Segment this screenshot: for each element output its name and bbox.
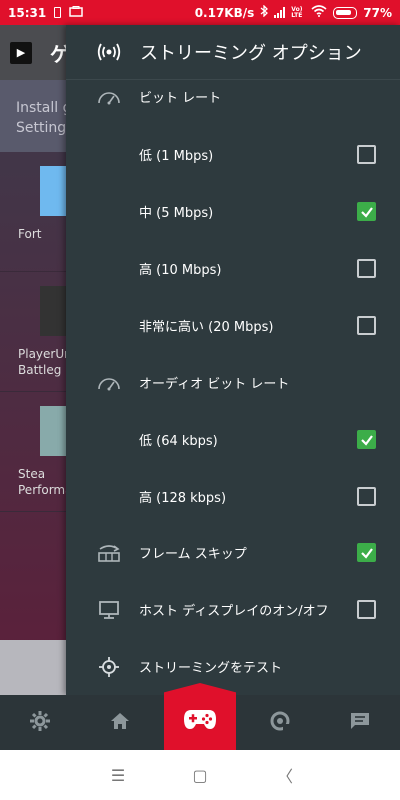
network-speed: 0.17KB/s [194,5,255,20]
bitrate-high-option[interactable]: 高 (10 Mbps) [66,240,400,297]
nav-games[interactable] [164,683,236,750]
nav-home[interactable] [80,695,160,750]
monitor-icon [96,597,122,623]
status-time: 15:31 [8,5,47,20]
option-label: 高 (128 kbps) [139,491,227,506]
test-streaming-option[interactable]: ストリーミングをテスト [66,638,400,695]
home-square-icon[interactable]: ▢ [185,762,215,788]
bitrate-medium-checkbox[interactable] [357,202,376,221]
audio-high-option[interactable]: 高 (128 kbps) [66,468,400,525]
audio-bitrate-section-label: オーディオ ビット レート [139,377,290,392]
drawer-header: ストリーミング オプション [66,25,400,80]
option-label: フレーム スキップ [139,547,247,562]
chat-icon [349,711,371,735]
drawer-title: ストリーミング オプション [140,43,362,64]
frame-skip-checkbox[interactable] [357,543,376,562]
option-label: 中 (5 Mbps) [139,206,214,221]
option-label: ストリーミングをテスト [139,661,283,676]
bottom-navigation [0,683,400,750]
home-icon [109,711,131,735]
signal-icon [274,7,286,18]
audio-low-option[interactable]: 低 (64 kbps) [66,411,400,468]
system-navigation-bar: ☰ ▢ 〈 [0,750,400,800]
menu-icon[interactable]: ☰ [103,762,133,788]
nav-settings[interactable] [0,695,80,750]
speedometer-icon [96,370,122,396]
status-bar: 15:31 0.17KB/s Vo) LTE 77% [0,0,400,25]
audio-bitrate-section: オーディオ ビット レート [66,354,400,411]
frame-skip-icon [96,540,122,566]
option-label: 高 (10 Mbps) [139,263,222,278]
frame-skip-option[interactable]: フレーム スキップ [66,524,400,581]
option-label: ホスト ディスプレイのオン/オフ [139,604,329,619]
host-display-checkbox[interactable] [357,600,376,619]
swirl-icon [269,710,291,736]
bitrate-low-checkbox[interactable] [357,145,376,164]
option-label: 低 (1 Mbps) [139,149,214,164]
gamepad-icon [183,707,217,735]
play-store-icon: ▶ [10,41,32,64]
bitrate-very-high-option[interactable]: 非常に高い (20 Mbps) [66,297,400,354]
host-display-option[interactable]: ホスト ディスプレイのオン/オフ [66,581,400,638]
battery-percent: 77% [363,5,392,20]
bitrate-high-checkbox[interactable] [357,259,376,278]
battery-icon [333,6,358,19]
gear-icon [29,710,51,736]
bitrate-very-high-checkbox[interactable] [357,316,376,335]
bitrate-medium-option[interactable]: 中 (5 Mbps) [66,183,400,240]
bitrate-section-label: ビット レート [139,91,222,106]
bluetooth-icon [260,4,269,20]
nav-stream[interactable] [240,695,320,750]
wifi-icon [311,5,327,20]
bitrate-low-option[interactable]: 低 (1 Mbps) [66,126,400,183]
back-icon[interactable]: 〈 [270,762,300,788]
option-label: 低 (64 kbps) [139,434,218,449]
briefcase-icon [69,5,83,20]
volte-icon: Vo) LTE [291,5,303,19]
option-label: 非常に高い (20 Mbps) [139,320,274,335]
streaming-signal-icon [96,39,122,65]
phone-icon [54,7,62,18]
audio-high-checkbox[interactable] [357,487,376,506]
streaming-options-drawer: ストリーミング オプション ビット レート 低 (1 Mbps) 中 (5 Mb… [66,25,400,695]
crosshair-icon [96,654,122,680]
speedometer-icon [96,84,122,110]
nav-messages[interactable] [320,695,400,750]
audio-low-checkbox[interactable] [357,430,376,449]
